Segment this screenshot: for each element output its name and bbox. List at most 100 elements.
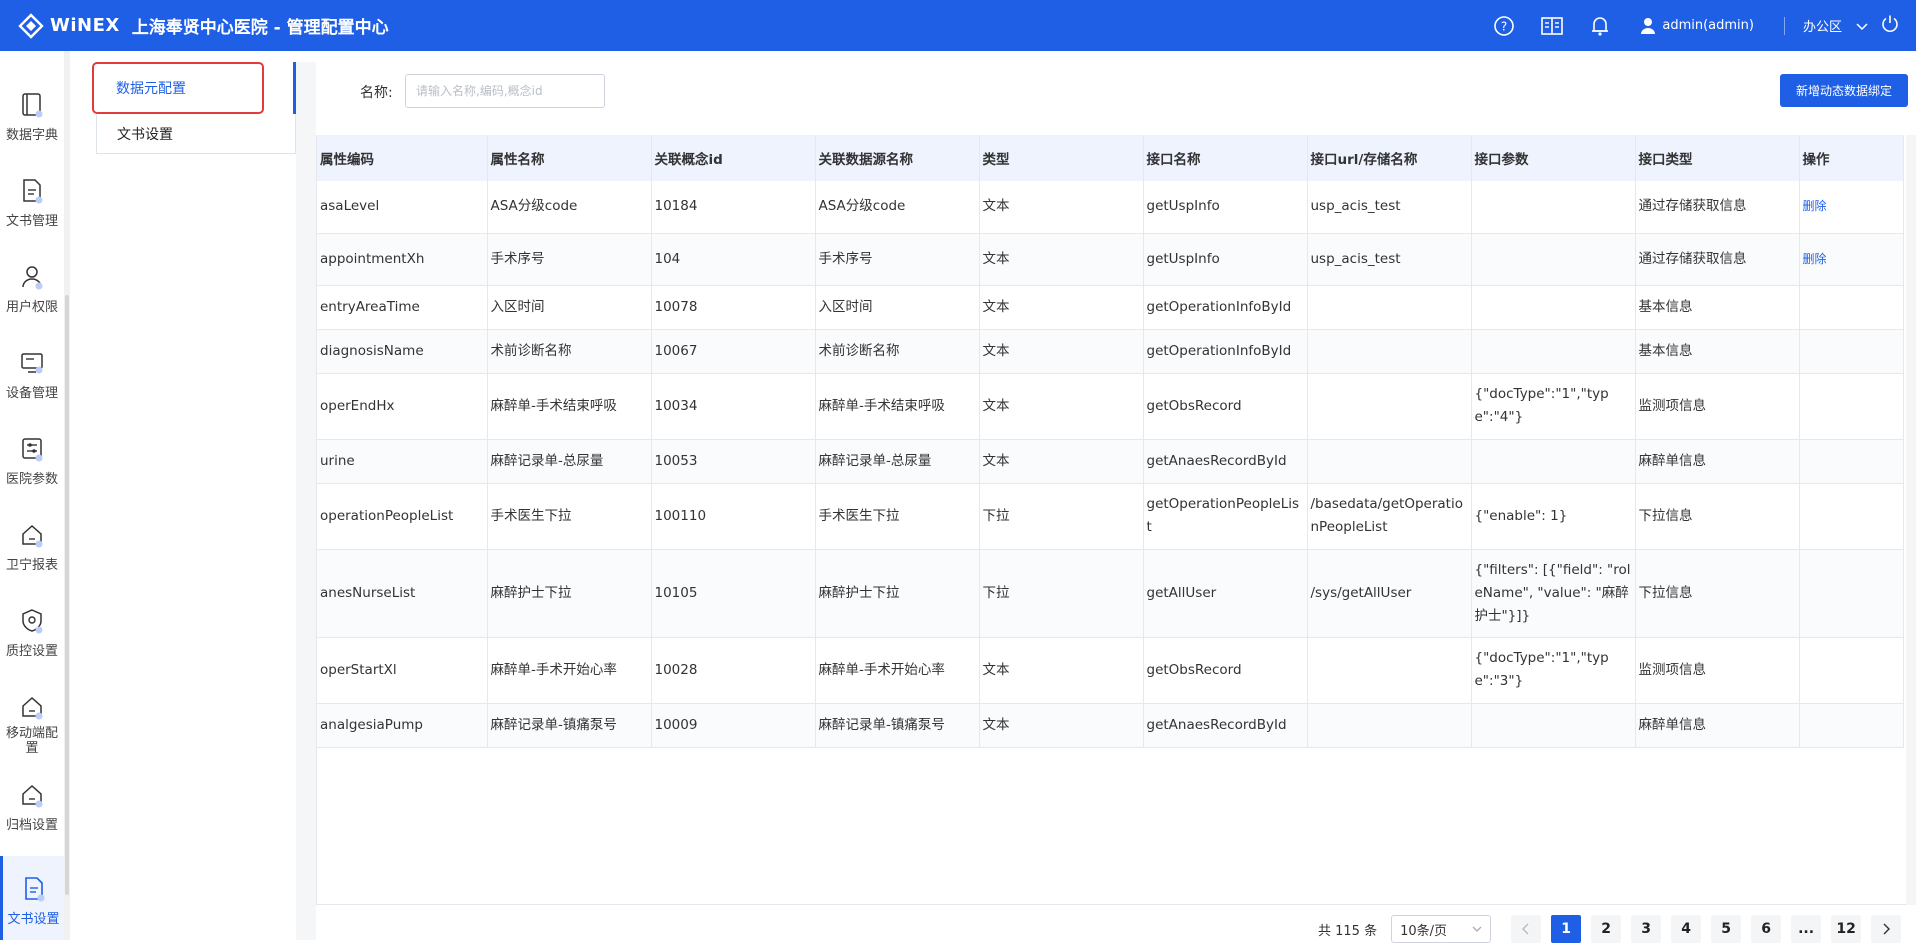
rail-scrollbar-thumb[interactable]: [65, 295, 69, 895]
page-size-select[interactable]: 10条/页: [1391, 915, 1492, 943]
prev-page-button[interactable]: [1511, 915, 1542, 943]
help-icon[interactable]: ?: [1490, 12, 1518, 40]
table-cell: urine: [317, 439, 488, 484]
add-dynamic-binding-button[interactable]: 新增动态数据绑定: [1780, 74, 1908, 107]
table-cell: operEndHx: [317, 373, 488, 440]
table-row[interactable]: anesNurseList 麻醉护士下拉 10105 麻醉护士下拉 下拉 getAllUs…: [317, 549, 1904, 638]
rail-item-device-management[interactable]: 设备管理: [0, 344, 64, 406]
rail-item-mobile-config[interactable]: 移动端配置: [0, 688, 64, 760]
table-row[interactable]: urine 麻醉记录单-总尿量 10053 麻醉记录单-总尿量 文本 getAnaesRe…: [317, 439, 1904, 484]
table-row[interactable]: analgesiaPump 麻醉记录单-镇痛泵号 10009 麻醉记录单-镇痛泵号 文本…: [317, 703, 1904, 748]
table-cell: getOperationInfoById: [1143, 329, 1308, 374]
power-icon[interactable]: [1880, 14, 1900, 38]
monitor-icon: [17, 344, 47, 376]
table-cell: 文本: [979, 329, 1144, 374]
table-header-row: 属性编码 属性名称 关联概念id 关联数据源名称 类型 接口名称 接口url/存储名称 接口参…: [317, 135, 1904, 181]
table-cell: getUspInfo: [1143, 181, 1308, 234]
submenu-item-document-settings[interactable]: 文书设置: [96, 114, 296, 154]
table-cell: 入区时间: [815, 285, 980, 330]
table-cell: 麻醉单-手术结束呼吸: [815, 373, 980, 440]
table-row[interactable]: diagnosisName 术前诊断名称 10067 术前诊断名称 文本 getOpera…: [317, 329, 1904, 374]
page-number-button[interactable]: 6: [1751, 915, 1782, 943]
table-row[interactable]: appointmentXh 手术序号 104 手术序号 文本 getUspInfo usp_…: [317, 233, 1904, 286]
table-row[interactable]: operationPeopleList 手术医生下拉 100110 手术医生下拉 下拉 g…: [317, 483, 1904, 550]
page-number-button[interactable]: 5: [1711, 915, 1742, 943]
table-cell: 10053: [651, 439, 816, 484]
table-cell: 10034: [651, 373, 816, 440]
table-cell: /basedata/getOperationPeopleList: [1307, 483, 1472, 550]
table-cell: 通过存储获取信息: [1635, 233, 1800, 286]
table-cell: [1307, 439, 1472, 484]
rail-item-label: 移动端配置: [5, 726, 58, 756]
table-cell: 手术序号: [487, 233, 652, 286]
table-cell: 手术医生下拉: [815, 483, 980, 550]
table-cell: 麻醉单信息: [1635, 703, 1800, 748]
selection-highlight: [92, 62, 264, 114]
page-number-button[interactable]: 3: [1631, 915, 1662, 943]
name-search-input[interactable]: [405, 74, 605, 108]
table-row[interactable]: asaLevel ASA分级code 10184 ASA分级code 文本 getUspI…: [317, 181, 1904, 234]
table-cell: [1799, 549, 1904, 638]
table-cell: 文本: [979, 373, 1144, 440]
page-ellipsis[interactable]: ...: [1791, 915, 1822, 943]
table-cell: 删除: [1799, 233, 1904, 286]
app-title: 上海奉贤中心医院 - 管理配置中心: [131, 18, 389, 38]
rail-item-label: 卫宁报表: [5, 558, 58, 573]
table-cell: 10028: [651, 637, 816, 704]
chevron-left-icon: [1522, 923, 1529, 935]
table-cell: 麻醉单信息: [1635, 439, 1800, 484]
table-cell: [1799, 637, 1904, 704]
rail-item-archive-settings[interactable]: 归档设置: [0, 776, 64, 838]
rail-item-user-permission[interactable]: 用户权限: [0, 258, 64, 320]
table-row[interactable]: operStartXl 麻醉单-手术开始心率 10028 麻醉单-手术开始心率 文本 ge…: [317, 637, 1904, 704]
rail-item-label: 数据字典: [5, 128, 58, 143]
chevron-right-icon: [1883, 923, 1891, 935]
table-cell: 10078: [651, 285, 816, 330]
rail-item-winning-reports[interactable]: 卫宁报表: [0, 516, 64, 578]
chevron-down-icon[interactable]: [1856, 16, 1868, 35]
table-cell: analgesiaPump: [317, 703, 488, 748]
page-number-button[interactable]: 4: [1671, 915, 1702, 943]
rail-item-document-settings[interactable]: 文书设置: [0, 856, 64, 940]
page-number-button[interactable]: 1: [1551, 915, 1582, 943]
rail-item-document-management[interactable]: 文书管理: [0, 172, 64, 234]
table-cell: [1471, 703, 1636, 748]
pagination: 共 115 条 10条/页 1 2 3 4 5 6... 12: [1318, 915, 1911, 943]
home-icon: [17, 516, 47, 548]
office-selector[interactable]: 办公区: [1803, 16, 1842, 35]
table-cell: 麻醉护士下拉: [487, 549, 652, 638]
table-cell: 10009: [651, 703, 816, 748]
bell-icon[interactable]: [1586, 12, 1614, 40]
rail-item-data-dictionary[interactable]: 数据字典: [0, 86, 64, 148]
table-cell: getObsRecord: [1143, 637, 1308, 704]
table-cell: getAnaesRecordById: [1143, 439, 1308, 484]
book-icon[interactable]: [1538, 12, 1566, 40]
table-cell: 麻醉单-手术开始心率: [815, 637, 980, 704]
column-header: 类型: [979, 135, 1144, 181]
total-count: 共 115 条: [1318, 923, 1378, 939]
table-cell: anesNurseList: [317, 549, 488, 638]
page-number-button[interactable]: 12: [1831, 915, 1862, 943]
user-menu[interactable]: admin(admin): [1640, 17, 1754, 35]
table-cell: diagnosisName: [317, 329, 488, 374]
column-header: 接口类型: [1635, 135, 1800, 181]
table-cell: getAllUser: [1143, 549, 1308, 638]
table-cell: 100110: [651, 483, 816, 550]
page-number-button[interactable]: 2: [1591, 915, 1622, 943]
table-row[interactable]: entryAreaTime 入区时间 10078 入区时间 文本 getOperation…: [317, 285, 1904, 330]
user-name: admin(admin): [1662, 18, 1754, 33]
next-page-button[interactable]: [1871, 915, 1902, 943]
header-divider: [1783, 16, 1785, 35]
delete-link[interactable]: 删除: [1803, 252, 1827, 266]
delete-link[interactable]: 删除: [1803, 199, 1827, 213]
table-scrollbar[interactable]: [1906, 135, 1916, 905]
table-cell: getOperationPeopleList: [1143, 483, 1308, 550]
rail-item-hospital-params[interactable]: 医院参数: [0, 430, 64, 492]
table-cell: [1799, 373, 1904, 440]
table-cell: 麻醉单-手术开始心率: [487, 637, 652, 704]
table-cell: getObsRecord: [1143, 373, 1308, 440]
table-row[interactable]: operEndHx 麻醉单-手术结束呼吸 10034 麻醉单-手术结束呼吸 文本 getO…: [317, 373, 1904, 440]
table-cell: 下拉: [979, 549, 1144, 638]
rail-item-quality-control[interactable]: 质控设置: [0, 602, 64, 664]
document-icon: [19, 870, 49, 902]
